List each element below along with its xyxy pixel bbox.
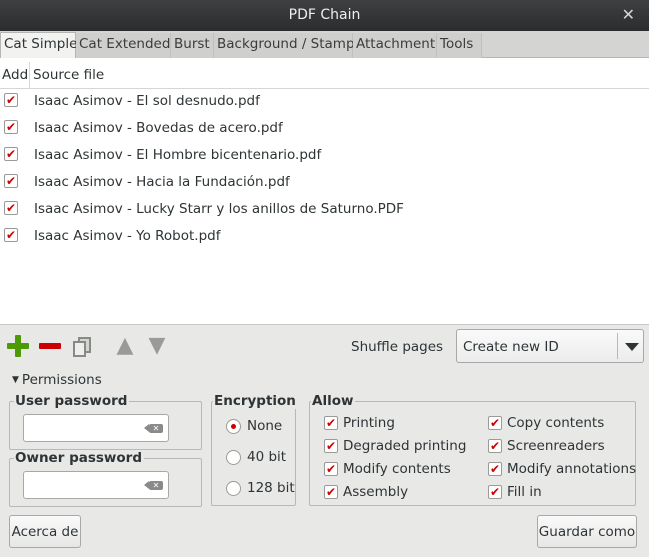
encryption-128bit-label: 128 bit <box>247 480 295 496</box>
title-bar: PDF Chain ✕ <box>0 0 649 31</box>
encryption-40bit-label: 40 bit <box>247 449 287 465</box>
tab-background-stamp[interactable]: Background / Stamp <box>214 33 355 58</box>
source-file-name: Isaac Asimov - Lucky Starr y los anillos… <box>34 201 404 217</box>
table-row[interactable]: ✔ Isaac Asimov - El sol desnudo.pdf <box>0 88 649 115</box>
encryption-none-radio[interactable] <box>226 419 241 434</box>
encryption-128bit-radio[interactable] <box>226 481 241 496</box>
expander-triangle-icon: ▼ <box>12 375 19 385</box>
source-file-list[interactable]: Add Source file ✔ Isaac Asimov - El sol … <box>0 58 649 325</box>
add-checkbox[interactable]: ✔ <box>4 228 18 242</box>
user-password-label: User password <box>14 393 130 409</box>
printing-label: Printing <box>343 415 395 431</box>
source-file-name: Isaac Asimov - El Hombre bicentenario.pd… <box>34 147 322 163</box>
tab-attachment[interactable]: Attachment <box>353 33 437 58</box>
modify-contents-label: Modify contents <box>343 461 451 477</box>
degraded-printing-checkbox[interactable]: ✔ <box>324 439 338 453</box>
encryption-label: Encryption <box>213 393 298 409</box>
fill-in-checkbox[interactable]: ✔ <box>488 485 502 499</box>
table-row[interactable]: ✔ Isaac Asimov - Hacia la Fundación.pdf <box>0 169 649 196</box>
owner-password-label: Owner password <box>14 450 144 466</box>
add-checkbox[interactable]: ✔ <box>4 120 18 134</box>
copy-contents-checkbox[interactable]: ✔ <box>488 416 502 430</box>
permissions-expander[interactable]: ▼ Permissions <box>12 372 102 388</box>
encryption-none-label: None <box>247 418 283 434</box>
modify-annotations-checkbox[interactable]: ✔ <box>488 462 502 476</box>
plus-icon[interactable] <box>6 334 30 358</box>
source-file-name: Isaac Asimov - Hacia la Fundación.pdf <box>34 174 290 190</box>
table-row[interactable]: ✔ Isaac Asimov - Yo Robot.pdf <box>0 223 649 250</box>
tab-bar: Cat Simple Cat Extended Burst Background… <box>0 31 649 59</box>
save-as-button[interactable]: Guardar como <box>537 515 637 548</box>
fill-in-label: Fill in <box>507 484 542 500</box>
table-row[interactable]: ✔ Isaac Asimov - Bovedas de acero.pdf <box>0 115 649 142</box>
id-select[interactable]: Create new ID <box>456 329 644 363</box>
column-header-add[interactable]: Add <box>0 62 30 89</box>
list-toolbar: ▲ ▼ Shuffle pages Create new ID <box>0 326 649 366</box>
owner-password-input[interactable]: ✕ <box>23 471 169 499</box>
encryption-40bit-radio[interactable] <box>226 450 241 465</box>
assembly-checkbox[interactable]: ✔ <box>324 485 338 499</box>
allow-label: Allow <box>311 393 356 409</box>
add-checkbox[interactable]: ✔ <box>4 201 18 215</box>
add-checkbox[interactable]: ✔ <box>4 174 18 188</box>
tab-cat-extended[interactable]: Cat Extended <box>76 33 171 58</box>
shuffle-pages-label: Shuffle pages <box>351 339 444 355</box>
arrow-up-icon[interactable]: ▲ <box>113 334 137 358</box>
about-button[interactable]: Acerca de <box>9 515 81 548</box>
copy-contents-label: Copy contents <box>507 415 605 431</box>
clear-icon[interactable]: ✕ <box>144 424 163 433</box>
chevron-down-icon[interactable] <box>625 343 639 351</box>
tab-burst[interactable]: Burst <box>171 33 214 58</box>
permissions-label: Permissions <box>21 372 102 388</box>
printing-checkbox[interactable]: ✔ <box>324 416 338 430</box>
list-header: Add Source file <box>0 62 649 89</box>
minus-icon[interactable] <box>38 334 62 358</box>
column-header-source-file[interactable]: Source file <box>33 67 104 83</box>
screenreaders-label: Screenreaders <box>507 438 605 454</box>
degraded-printing-label: Degraded printing <box>343 438 467 454</box>
user-password-input[interactable]: ✕ <box>23 414 169 442</box>
modify-annotations-label: Modify annotations <box>507 461 637 477</box>
pdf-chain-window: PDF Chain ✕ Cat Simple Cat Extended Burs… <box>0 0 649 557</box>
window-title: PDF Chain <box>288 7 361 23</box>
assembly-label: Assembly <box>343 484 409 500</box>
close-icon[interactable]: ✕ <box>622 5 635 24</box>
source-file-name: Isaac Asimov - Yo Robot.pdf <box>34 228 221 244</box>
source-file-name: Isaac Asimov - Bovedas de acero.pdf <box>34 120 283 136</box>
source-file-name: Isaac Asimov - El sol desnudo.pdf <box>34 93 260 109</box>
table-row[interactable]: ✔ Isaac Asimov - Lucky Starr y los anill… <box>0 196 649 223</box>
arrow-down-icon[interactable]: ▼ <box>145 334 169 358</box>
id-select-value: Create new ID <box>463 339 559 355</box>
add-checkbox[interactable]: ✔ <box>4 147 18 161</box>
combo-separator <box>617 333 618 359</box>
tab-cat-simple[interactable]: Cat Simple <box>0 32 77 59</box>
clear-icon[interactable]: ✕ <box>144 481 163 490</box>
copy-icon[interactable] <box>70 334 94 358</box>
add-checkbox[interactable]: ✔ <box>4 93 18 107</box>
tab-tools[interactable]: Tools <box>437 33 482 58</box>
modify-contents-checkbox[interactable]: ✔ <box>324 462 338 476</box>
table-row[interactable]: ✔ Isaac Asimov - El Hombre bicentenario.… <box>0 142 649 169</box>
screenreaders-checkbox[interactable]: ✔ <box>488 439 502 453</box>
